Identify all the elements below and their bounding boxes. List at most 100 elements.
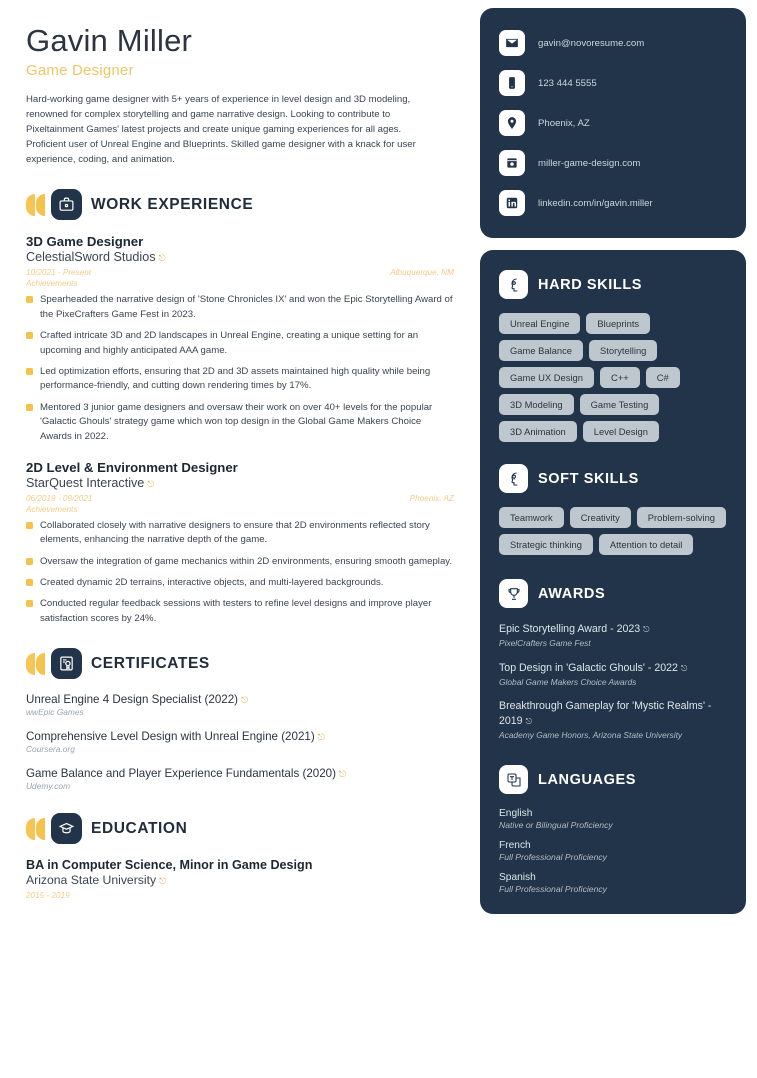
section-title: EDUCATION bbox=[91, 819, 188, 837]
certificate-title: Game Balance and Player Experience Funda… bbox=[26, 767, 454, 780]
certificate-title-label: Unreal Engine 4 Design Specialist (2022) bbox=[26, 693, 239, 707]
languages-heading: LANGUAGES bbox=[499, 765, 727, 795]
certificate-title-label: Comprehensive Level Design with Unreal E… bbox=[26, 730, 315, 744]
skill-tag: Strategic thinking bbox=[499, 534, 593, 555]
achievement-text: Conducted regular feedback sessions with… bbox=[40, 598, 432, 624]
section-title: WORK EXPERIENCE bbox=[91, 195, 254, 213]
external-link-icon[interactable]: ⎋ bbox=[241, 695, 248, 705]
award-issuer: Global Game Makers Choice Awards bbox=[499, 676, 637, 687]
language-level: Native or Bilingual Proficiency bbox=[499, 820, 613, 831]
skill-tag: Storytelling bbox=[589, 340, 658, 361]
contact-value: miller-game-design.com bbox=[538, 157, 641, 169]
bullet-icon bbox=[26, 557, 33, 565]
job-dates: 10/2021 - Present bbox=[26, 268, 92, 278]
job-location: Albuquerque, NM bbox=[390, 268, 454, 278]
achievement-text: Spearheaded the narrative design of 'Sto… bbox=[40, 294, 453, 320]
external-link-icon[interactable]: ⎋ bbox=[318, 732, 325, 742]
external-link-icon[interactable]: ⎋ bbox=[339, 769, 346, 779]
job-organization: CelestialSword Studios ⎋ bbox=[26, 250, 454, 264]
skill-tag: 3D Animation bbox=[499, 421, 577, 442]
award-entry: Epic Storytelling Award - 2023 ⎋ PixelCra… bbox=[499, 622, 727, 650]
job-location: Phoenix, AZ bbox=[409, 493, 454, 503]
certificate-issuer: Udemy.com bbox=[26, 781, 71, 792]
certificate-title: Comprehensive Level Design with Unreal E… bbox=[26, 730, 454, 743]
external-link-icon[interactable]: ⎋ bbox=[159, 876, 166, 886]
external-link-icon[interactable]: ⎋ bbox=[147, 479, 154, 489]
phone-icon bbox=[499, 70, 525, 96]
website-icon bbox=[499, 150, 525, 176]
certificate-title-label: Game Balance and Player Experience Funda… bbox=[26, 767, 336, 781]
skill-tag: Unreal Engine bbox=[499, 313, 581, 334]
gears-head-icon bbox=[499, 270, 528, 299]
certificate-icon bbox=[51, 648, 82, 680]
job-entry: 2D Level & Environment Designer StarQues… bbox=[26, 460, 454, 626]
skill-tag: 3D Modeling bbox=[499, 394, 574, 415]
skill-tag: Game Testing bbox=[579, 394, 660, 415]
panel-title: LANGUAGES bbox=[538, 771, 637, 788]
job-role-subtitle: Game Designer bbox=[26, 62, 134, 80]
education-school-label: Arizona State University bbox=[26, 873, 157, 888]
award-title: Breakthrough Gameplay for 'Mystic Realms… bbox=[499, 699, 727, 728]
right-sidebar: gavin@novoresume.com 123 444 5555 Phoeni… bbox=[480, 0, 757, 1078]
contact-value: Phoenix, AZ bbox=[538, 117, 590, 129]
awards-list: Epic Storytelling Award - 2023 ⎋ PixelCra… bbox=[499, 622, 727, 741]
hard-skills-heading: HARD SKILLS bbox=[499, 270, 727, 299]
envelope-icon bbox=[499, 30, 525, 56]
job-organization-label: CelestialSword Studios bbox=[26, 250, 156, 265]
external-link-icon[interactable]: ⎋ bbox=[159, 253, 166, 263]
award-entry: Top Design in 'Galactic Ghouls' - 2022 ⎋ … bbox=[499, 661, 727, 689]
education-school: Arizona State University ⎋ bbox=[26, 873, 454, 887]
contact-row-website[interactable]: miller-game-design.com bbox=[499, 150, 727, 176]
skill-tag: C++ bbox=[599, 367, 640, 388]
contact-row-linkedin[interactable]: linkedin.com/in/gavin.miller bbox=[499, 190, 727, 216]
job-title: 2D Level & Environment Designer bbox=[26, 459, 238, 475]
certificate-entry: Unreal Engine 4 Design Specialist (2022)… bbox=[26, 693, 454, 717]
list-item: Mentored 3 junior game designers and ove… bbox=[26, 401, 454, 444]
bullet-icon bbox=[26, 600, 33, 608]
trophy-icon bbox=[499, 579, 528, 608]
skill-tag: Game UX Design bbox=[499, 367, 594, 388]
skills-awards-panel: HARD SKILLS Unreal Engine Blueprints Gam… bbox=[480, 250, 746, 915]
soft-skills-tags: Teamwork Creativity Problem-solving Stra… bbox=[499, 507, 727, 555]
panel-title: AWARDS bbox=[538, 585, 606, 602]
external-link-icon[interactable]: ⎋ bbox=[526, 717, 532, 726]
list-item: Crafted intricate 3D and 2D landscapes i… bbox=[26, 329, 454, 358]
section-title: CERTIFICATES bbox=[91, 654, 210, 672]
award-title: Epic Storytelling Award - 2023 ⎋ bbox=[499, 622, 727, 636]
achievement-text: Led optimization efforts, ensuring that … bbox=[40, 365, 431, 392]
bullet-icon bbox=[26, 296, 33, 304]
certificate-issuer: wwEpic Games bbox=[26, 707, 84, 718]
skill-tag: Teamwork bbox=[499, 507, 564, 528]
job-organization: StarQuest Interactive ⎋ bbox=[26, 476, 454, 490]
contact-row-location[interactable]: Phoenix, AZ bbox=[499, 110, 727, 136]
award-title: Top Design in 'Galactic Ghouls' - 2022 ⎋ bbox=[499, 661, 727, 675]
language-name: French bbox=[499, 840, 531, 852]
contact-panel: gavin@novoresume.com 123 444 5555 Phoeni… bbox=[480, 8, 746, 238]
certificate-entry: Game Balance and Player Experience Funda… bbox=[26, 767, 454, 791]
awards-heading: AWARDS bbox=[499, 579, 727, 608]
education-heading: EDUCATION bbox=[26, 813, 454, 845]
award-title-label: Top Design in 'Galactic Ghouls' - 2022 bbox=[499, 661, 678, 674]
contact-row-email[interactable]: gavin@novoresume.com bbox=[499, 30, 727, 56]
briefcase-icon bbox=[51, 189, 82, 221]
list-item: Conducted regular feedback sessions with… bbox=[26, 597, 454, 626]
external-link-icon[interactable]: ⎋ bbox=[681, 664, 687, 673]
job-dates: 06/2019 - 09/2021 bbox=[26, 493, 93, 503]
external-link-icon[interactable]: ⎋ bbox=[643, 625, 649, 634]
skill-tag: Attention to detail bbox=[598, 534, 694, 555]
bullet-icon bbox=[26, 332, 33, 340]
language-name: Spanish bbox=[499, 872, 536, 884]
language-level: Full Professional Proficiency bbox=[499, 852, 607, 863]
accent-arcs-icon bbox=[26, 814, 46, 844]
job-meta: 10/2021 - Present Albuquerque, NM bbox=[26, 268, 454, 277]
languages-list: English Native or Bilingual Proficiency … bbox=[499, 808, 727, 894]
achievements-list: Collaborated closely with narrative desi… bbox=[26, 519, 454, 626]
contact-row-phone[interactable]: 123 444 5555 bbox=[499, 70, 727, 96]
achievement-text: Collaborated closely with narrative desi… bbox=[40, 519, 430, 546]
list-item: Spearheaded the narrative design of 'Sto… bbox=[26, 293, 454, 322]
education-degree: BA in Computer Science, Minor in Game De… bbox=[26, 858, 313, 873]
award-issuer: Academy Game Honors, Arizona State Unive… bbox=[499, 729, 683, 740]
bullet-icon bbox=[26, 521, 33, 529]
skill-tag: C# bbox=[645, 367, 680, 388]
list-item: Oversaw the integration of game mechanic… bbox=[26, 555, 454, 569]
